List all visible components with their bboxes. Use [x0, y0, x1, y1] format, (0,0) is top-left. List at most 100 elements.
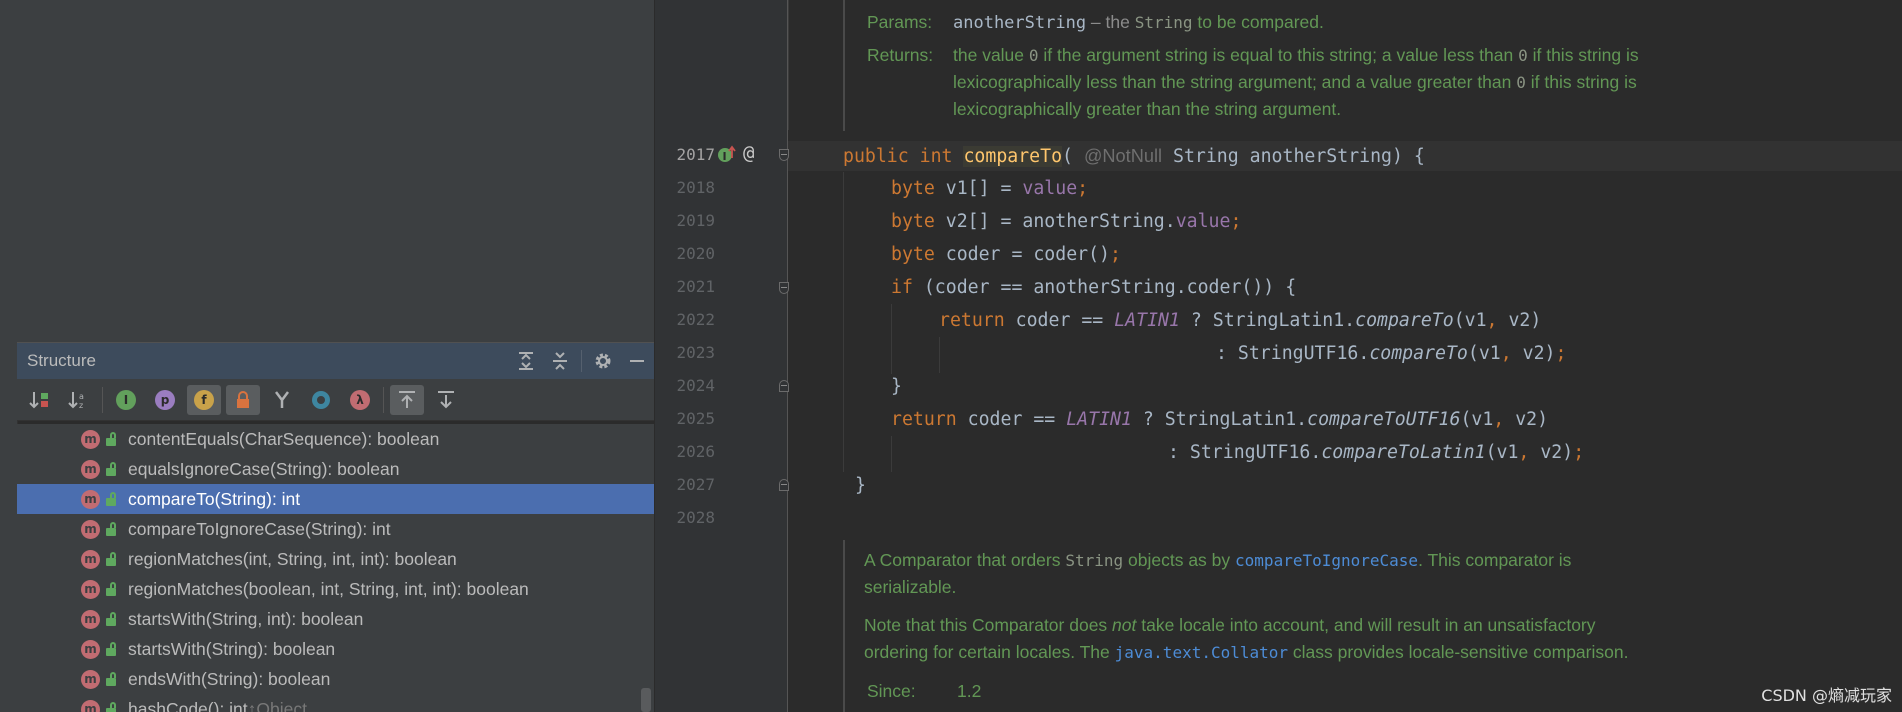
public-lock-icon [106, 492, 118, 506]
show-inherited-button[interactable]: I [109, 385, 143, 415]
tree-item[interactable]: m regionMatches(int, String, int, int): … [17, 544, 654, 574]
code-line[interactable]: : StringUTF16.compareTo(v1, v2); [1216, 342, 1566, 366]
param-name: anotherString [953, 13, 1087, 33]
code-line[interactable]: } [891, 375, 902, 399]
keyword: byte [891, 211, 946, 232]
keyword: return [891, 409, 968, 430]
field-ref: value [1175, 211, 1231, 232]
show-interfaces-button[interactable] [304, 385, 338, 415]
structure-title: Structure [27, 351, 96, 370]
svg-text:I: I [723, 150, 727, 163]
code-text: v2) [1511, 343, 1556, 364]
doc-text: objects as by [1123, 550, 1236, 570]
doc-guide [788, 0, 789, 130]
inherited-icon: I [116, 389, 136, 410]
code-text: (v1 [1467, 343, 1501, 364]
tree-item-label: contentEquals(CharSequence): boolean [128, 428, 440, 449]
public-lock-icon [106, 642, 118, 656]
collapse-all-icon [553, 352, 567, 370]
collapse-all-button[interactable] [543, 346, 577, 376]
code-line[interactable]: : StringUTF16.compareToLatin1(v1, v2); [1168, 441, 1584, 465]
tree-item[interactable]: m hashCode(): int ↑Object [17, 694, 654, 712]
show-anonymous-button[interactable] [265, 385, 299, 415]
autoscroll-to-source-button[interactable] [390, 384, 424, 415]
sort-by-visibility-button[interactable] [23, 385, 57, 415]
params-code: String [1134, 13, 1193, 32]
line-number: 2019 [676, 211, 715, 230]
line-number: 2026 [676, 442, 715, 461]
settings-button[interactable] [586, 346, 620, 376]
autoscroll-from-source-button[interactable] [429, 385, 463, 415]
fold-end-marker[interactable] [779, 380, 789, 392]
since-value: 1.2 [957, 681, 982, 701]
watermark: CSDN @熵减玩家 [1761, 686, 1892, 705]
doc-text: serializable. [864, 577, 957, 597]
method-icon: m [81, 459, 100, 479]
tree-item[interactable]: m endsWith(String): boolean [17, 664, 654, 694]
code-line[interactable]: public int compareTo( @NotNull String an… [843, 144, 1425, 169]
code-text: ( [1062, 146, 1084, 167]
code-editor[interactable]: 2017 2018 2019 2020 2021 2022 2023 2024 … [655, 0, 1902, 712]
expand-all-button[interactable] [509, 346, 543, 376]
doc-link-collator[interactable]: java.text.Collator [1115, 643, 1288, 662]
fold-marker[interactable] [779, 149, 789, 161]
public-lock-icon [106, 522, 118, 536]
code-line[interactable]: if (coder == anotherString.coder()) { [891, 276, 1296, 300]
public-lock-icon [106, 612, 118, 626]
code-line[interactable]: byte v2[] = anotherString.value; [891, 210, 1241, 234]
returns-code: 0 [1028, 46, 1039, 65]
code-line[interactable]: byte v1[] = value; [891, 177, 1088, 201]
method-name: compareTo [963, 146, 1063, 167]
semicolon: ; [1110, 244, 1121, 265]
method-icon: m [81, 609, 100, 629]
show-non-public-button[interactable] [226, 384, 260, 415]
tree-item[interactable]: m regionMatches(boolean, int, String, in… [17, 574, 654, 604]
line-number: 2021 [676, 277, 715, 296]
code-text: coder == [1015, 310, 1115, 331]
hide-button[interactable] [620, 346, 654, 376]
minimize-icon [630, 360, 644, 362]
code-text: (v1 [1485, 442, 1519, 463]
sort-alpha-icon: a z [68, 391, 84, 410]
code-text: v1[] = [945, 178, 1023, 199]
tree-item-selected[interactable]: m compareTo(String): int [17, 484, 654, 514]
returns-code: 0 [1516, 73, 1526, 92]
fold-end-marker[interactable] [779, 479, 789, 491]
doc-text: . This comparator is [1418, 550, 1572, 570]
code-line[interactable]: } [855, 474, 866, 498]
structure-tree[interactable]: m contentEquals(CharSequence): boolean m… [17, 424, 654, 712]
show-fields-button[interactable]: f [187, 384, 221, 415]
show-lambdas-button[interactable]: λ [343, 385, 377, 415]
toolbar-separator [102, 386, 103, 413]
code-text: v2[] = anotherString. [945, 211, 1176, 232]
indent-guide [843, 172, 844, 472]
method-icon: m [81, 429, 100, 449]
tree-item[interactable]: m startsWith(String): boolean [17, 634, 654, 664]
svg-text:z: z [79, 401, 83, 410]
tree-item[interactable]: m contentEquals(CharSequence): boolean [17, 424, 654, 454]
field-icon: f [194, 389, 214, 410]
doc-text: class provides locale-sensitive comparis… [1288, 642, 1629, 662]
tree-item[interactable]: m equalsIgnoreCase(String): boolean [17, 454, 654, 484]
structure-scrollbar[interactable] [641, 688, 651, 712]
sort-alphabetically-button[interactable]: a z [62, 385, 96, 415]
comma: , [1486, 310, 1498, 331]
line-number: 2023 [676, 343, 715, 362]
code-line[interactable]: byte coder = coder(); [891, 243, 1121, 267]
annotation-icon[interactable]: @ [743, 142, 754, 164]
fold-marker[interactable] [779, 282, 789, 294]
line-number: 2020 [676, 244, 715, 263]
code-line[interactable]: return coder == LATIN1 ? StringLatin1.co… [939, 309, 1541, 333]
toolbar-separator-2 [383, 386, 384, 413]
code-text: ? StringLatin1. [1179, 310, 1356, 331]
indent-guide [891, 304, 892, 374]
show-properties-button[interactable]: p [148, 385, 182, 415]
tree-item[interactable]: m startsWith(String, int): boolean [17, 604, 654, 634]
override-icon[interactable]: I [717, 145, 737, 165]
doc-link-compareToIgnoreCase[interactable]: compareToIgnoreCase [1235, 551, 1418, 570]
doc-text: A Comparator that orders [864, 550, 1066, 570]
code-line[interactable]: return coder == LATIN1 ? StringLatin1.co… [891, 408, 1548, 432]
indent-guide [891, 436, 892, 472]
tree-item[interactable]: m compareToIgnoreCase(String): int [17, 514, 654, 544]
tool-window-strip [0, 0, 18, 712]
